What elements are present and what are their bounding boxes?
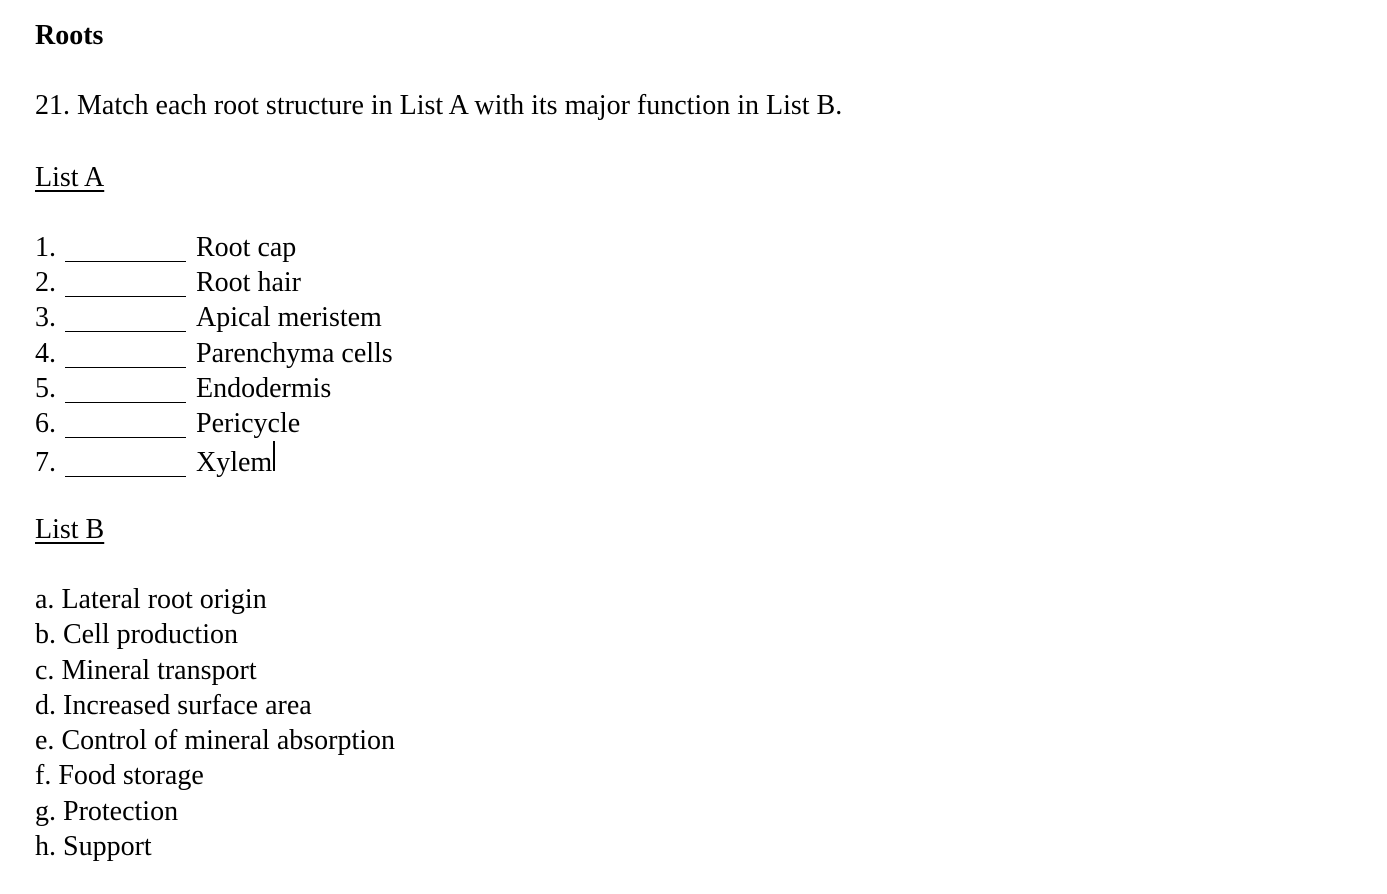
list-b-item: c. Mineral transport	[35, 653, 395, 688]
item-letter: d.	[35, 689, 56, 721]
list-a: 1. Root cap 2. Root hair 3. Apical meris…	[35, 230, 393, 478]
function-text: Increased surface area	[63, 689, 312, 721]
list-a-item: 3. Apical meristem	[35, 300, 393, 335]
answer-blank[interactable]	[65, 330, 186, 333]
function-text: Protection	[63, 795, 179, 827]
question-text: 21. Match each root structure in List A …	[35, 90, 843, 121]
list-a-item: 2. Root hair	[35, 265, 393, 300]
item-letter: c.	[35, 654, 55, 686]
list-a-item: 4. Parenchyma cells	[35, 336, 393, 371]
list-a-item: 5. Endodermis	[35, 371, 393, 406]
answer-blank[interactable]	[65, 260, 186, 262]
root-structure-term: Apical meristem	[196, 302, 382, 334]
answer-blank[interactable]	[65, 366, 186, 368]
function-text: Food storage	[58, 760, 204, 792]
list-b-item: d. Increased surface area	[35, 688, 395, 723]
list-a-heading: List A	[35, 162, 105, 193]
root-structure-term: Root cap	[196, 232, 297, 263]
function-text: Mineral transport	[61, 654, 257, 686]
root-structure-term: Parenchyma cells	[196, 337, 393, 369]
list-b-item: f. Food storage	[35, 758, 395, 793]
item-number: 3.	[35, 302, 56, 334]
item-letter: f.	[35, 760, 52, 792]
item-letter: g.	[35, 795, 56, 827]
text-cursor	[273, 441, 275, 472]
list-a-item: 1. Root cap	[35, 230, 393, 265]
list-a-item: 7. Xylem	[35, 441, 393, 478]
list-b: a. Lateral root origin b. Cell productio…	[35, 582, 395, 864]
list-b-heading: List B	[35, 514, 105, 545]
item-number: 4.	[35, 337, 56, 369]
answer-blank[interactable]	[65, 295, 186, 298]
item-number: 6.	[35, 407, 56, 439]
section-title: Roots	[35, 20, 104, 51]
root-structure-term: Root hair	[196, 267, 301, 299]
root-structure-term: Endodermis	[196, 372, 332, 404]
item-letter: e.	[35, 725, 55, 757]
list-b-item: e. Control of mineral absorption	[35, 723, 395, 758]
list-a-item: 6. Pericycle	[35, 406, 393, 441]
item-letter: a.	[35, 584, 55, 615]
item-letter: h.	[35, 831, 56, 863]
list-b-item: g. Protection	[35, 794, 395, 829]
list-b-item: h. Support	[35, 829, 395, 864]
item-number: 1.	[35, 232, 56, 263]
root-structure-term: Xylem	[196, 447, 273, 479]
function-text: Lateral root origin	[61, 584, 267, 615]
root-structure-term: Pericycle	[196, 407, 301, 439]
item-number: 2.	[35, 267, 56, 299]
item-number: 7.	[35, 447, 56, 479]
answer-blank[interactable]	[65, 475, 186, 478]
item-letter: b.	[35, 619, 56, 651]
item-number: 5.	[35, 372, 56, 404]
function-text: Control of mineral absorption	[61, 725, 396, 757]
list-b-item: b. Cell production	[35, 617, 395, 652]
function-text: Support	[63, 831, 152, 863]
list-b-item: a. Lateral root origin	[35, 582, 395, 617]
answer-blank[interactable]	[65, 401, 186, 403]
function-text: Cell production	[63, 619, 238, 651]
answer-blank[interactable]	[65, 436, 186, 438]
document-page[interactable]: Roots 21. Match each root structure in L…	[35, 0, 1387, 894]
